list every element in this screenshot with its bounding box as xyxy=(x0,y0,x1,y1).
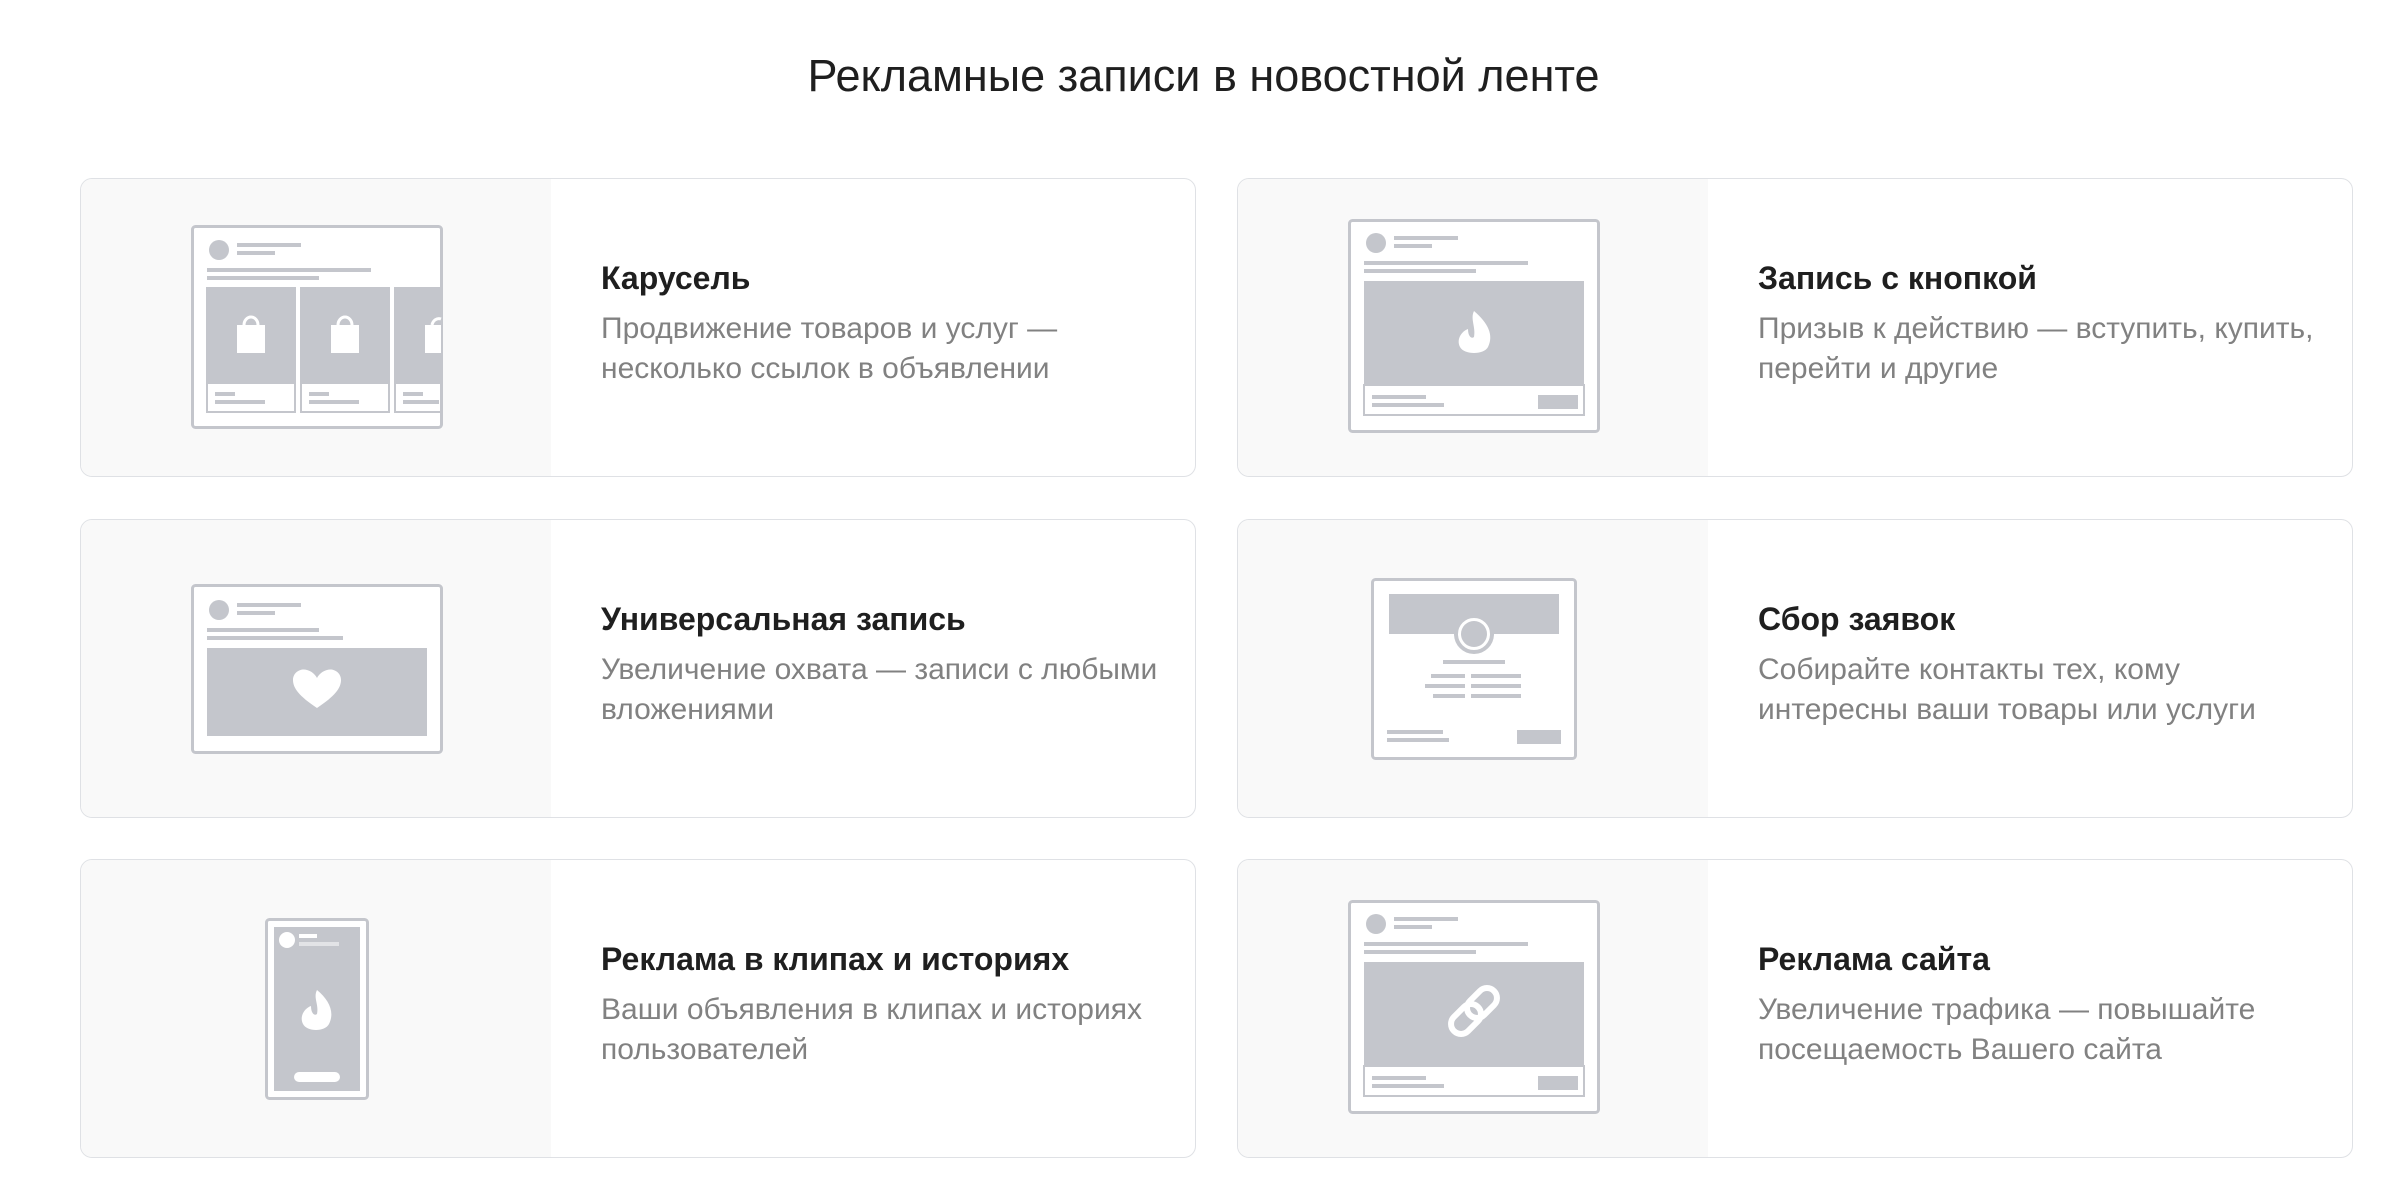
card-body: Запись с кнопкой Призыв к действию — вст… xyxy=(1708,179,2318,476)
card-title: Запись с кнопкой xyxy=(1758,260,2037,296)
card-description: Ваши объявления в клипах и историях поль… xyxy=(601,993,1142,1066)
card-clips-stories[interactable]: Реклама в клипах и историях Ваши объявле… xyxy=(80,859,1196,1158)
card-title: Реклама сайта xyxy=(1758,941,1990,977)
card-lead-form[interactable]: Сбор заявок Собирайте контакты тех, кому… xyxy=(1237,519,2353,818)
lead-form-icon xyxy=(1371,578,1577,760)
card-preview xyxy=(1238,179,1708,476)
card-body: Реклама в клипах и историях Ваши объявле… xyxy=(551,860,1161,1157)
card-title: Универсальная запись xyxy=(601,601,966,637)
card-description: Призыв к действию — вступить, купить, пе… xyxy=(1758,312,2314,385)
card-body: Карусель Продвижение товаров и услуг — н… xyxy=(551,179,1161,476)
card-universal-post[interactable]: Универсальная запись Увеличение охвата —… xyxy=(80,519,1196,818)
card-preview xyxy=(81,520,551,817)
button-post-icon xyxy=(1348,219,1600,433)
card-preview xyxy=(1238,520,1708,817)
stories-clips-icon xyxy=(265,918,369,1100)
card-description: Продвижение товаров и услуг — несколько … xyxy=(601,312,1058,385)
website-ad-icon xyxy=(1348,900,1600,1114)
card-body: Реклама сайта Увеличение трафика — повыш… xyxy=(1708,860,2318,1157)
card-title: Реклама в клипах и историях xyxy=(601,941,1070,977)
card-description: Увеличение трафика — повышайте посещаемо… xyxy=(1758,993,2256,1066)
card-description: Собирайте контакты тех, кому интересны в… xyxy=(1758,653,2256,726)
card-body: Сбор заявок Собирайте контакты тех, кому… xyxy=(1708,520,2318,817)
card-preview xyxy=(1238,860,1708,1157)
card-body: Универсальная запись Увеличение охвата —… xyxy=(551,520,1161,817)
universal-post-icon xyxy=(191,584,443,754)
card-title: Сбор заявок xyxy=(1758,601,1956,637)
card-preview xyxy=(81,179,551,476)
card-carousel[interactable]: Карусель Продвижение товаров и услуг — н… xyxy=(80,178,1196,477)
carousel-post-icon xyxy=(191,225,443,429)
card-button-post[interactable]: Запись с кнопкой Призыв к действию — вст… xyxy=(1237,178,2353,477)
card-website-ad[interactable]: Реклама сайта Увеличение трафика — повыш… xyxy=(1237,859,2353,1158)
card-preview xyxy=(81,860,551,1157)
card-description: Увеличение охвата — записи с любыми влож… xyxy=(601,653,1158,726)
card-title: Карусель xyxy=(601,260,751,296)
page-title: Рекламные записи в новостной ленте xyxy=(807,50,1600,101)
